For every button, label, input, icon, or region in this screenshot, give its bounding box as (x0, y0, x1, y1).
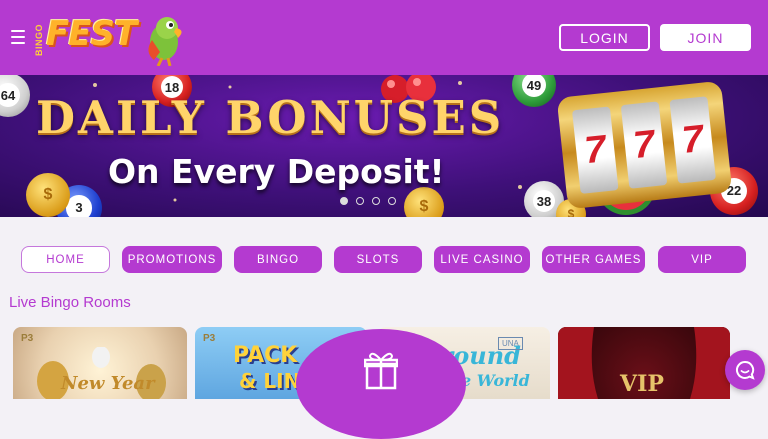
carousel-dot[interactable] (356, 197, 364, 205)
join-button[interactable]: JOIN (660, 24, 751, 51)
gift-icon (364, 352, 398, 390)
slot-machine-icon: 7 7 7 (556, 80, 733, 210)
provider-tag: P3 (21, 333, 34, 344)
ball-number: 3 (66, 195, 92, 217)
gold-coin-icon: $ (26, 173, 70, 217)
slot-reel: 7 (571, 106, 619, 194)
nav-home[interactable]: HOME (21, 246, 110, 273)
stamp-label: UNA (498, 337, 523, 350)
carousel-dot[interactable] (372, 197, 380, 205)
parrot-mascot-icon (148, 17, 182, 66)
room-title-line1: PACK (233, 343, 298, 368)
bingo-fest-logo[interactable]: BINGO FEST (34, 10, 194, 66)
nav-promotions[interactable]: PROMOTIONS (122, 246, 222, 273)
category-nav: HOME PROMOTIONS BINGO SLOTS LIVE CASINO … (0, 246, 768, 274)
banner-headline: DAILY BONUSES (36, 91, 505, 144)
carousel-dots (340, 197, 396, 205)
ball-number: 64 (0, 82, 21, 108)
chat-icon (736, 360, 755, 380)
room-card-new-year[interactable]: P3 New Year (13, 327, 187, 399)
promo-banner[interactable]: 64 18 49 3 38 22 $ $ $ DAILY BONUSES On … (0, 75, 768, 217)
provider-tag: P3 (203, 333, 216, 344)
nav-bingo[interactable]: BINGO (234, 246, 322, 273)
nav-slots[interactable]: SLOTS (334, 246, 422, 273)
banner-subline: On Every Deposit! (108, 152, 445, 191)
nav-live-casino[interactable]: LIVE CASINO (434, 246, 530, 273)
slot-reel: 7 (620, 101, 668, 189)
login-button[interactable]: LOGIN (559, 24, 650, 51)
slot-reel: 7 (669, 96, 717, 184)
room-card-vip[interactable]: P3 VIP (558, 327, 730, 399)
hamburger-menu-icon[interactable] (11, 30, 25, 44)
nav-vip[interactable]: VIP (658, 246, 746, 273)
room-title: VIP (620, 371, 664, 397)
carousel-dot[interactable] (388, 197, 396, 205)
room-title: New Year (61, 373, 155, 394)
nav-other-games[interactable]: OTHER GAMES (542, 246, 645, 273)
carousel-dot[interactable] (340, 197, 348, 205)
section-title: Live Bingo Rooms (9, 294, 131, 311)
site-header: BINGO FEST LOGIN JOIN (0, 0, 768, 75)
live-chat-button[interactable] (725, 350, 765, 390)
ball-number: 38 (533, 190, 555, 212)
logo-bingo-text: BINGO (34, 23, 44, 56)
ball-number: 49 (521, 75, 547, 98)
logo-fest-text: FEST (46, 14, 137, 54)
